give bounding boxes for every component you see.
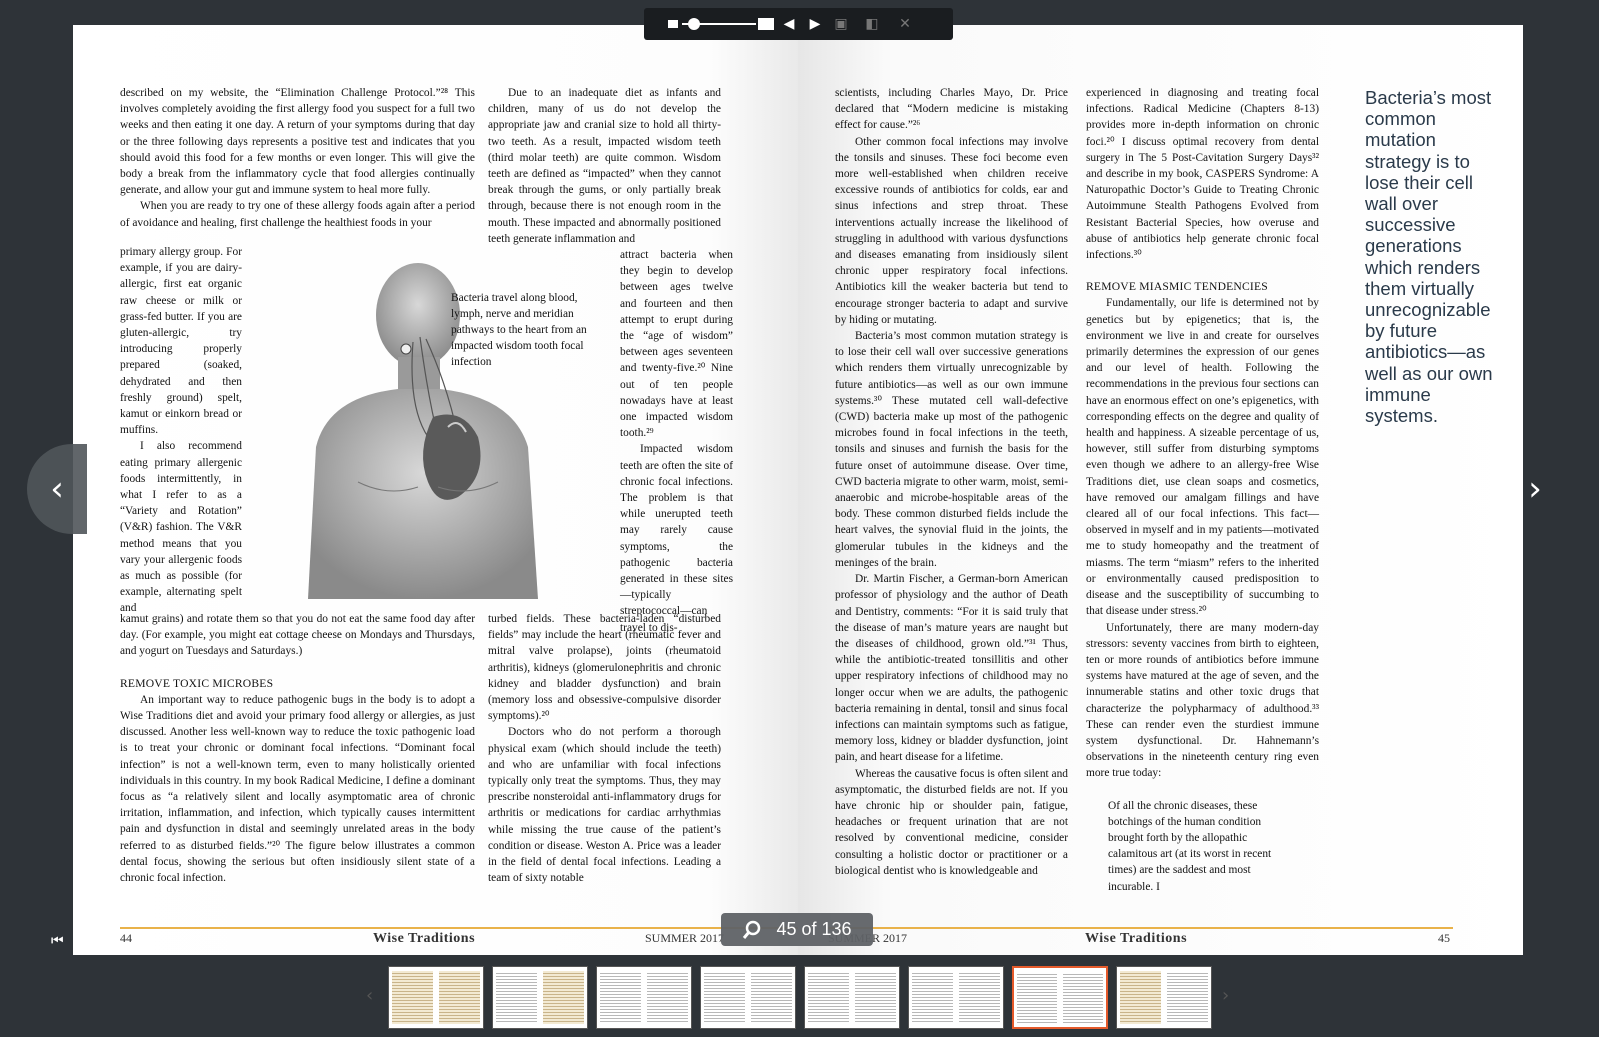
paragraph: Doctors who do not perform a thorough ph… [488,726,721,885]
left-col1-bottom: kamut grains) and rotate them so that yo… [120,611,475,886]
paragraph: Impacted wisdom teeth are often the site… [620,443,733,634]
block-quote: Of all the chronic diseases, these botch… [1108,799,1272,893]
paragraph: Dr. Martin Fischer, a German-born Americ… [835,573,1068,764]
paragraph: attract bacteria when they begin to deve… [620,249,733,440]
thumbnail[interactable] [700,966,796,1029]
thumbnail-active[interactable] [1012,966,1108,1029]
paragraph: When you are ready to try one of these a… [120,200,475,229]
section-heading: REMOVE MIASMIC TENDENCIES [1086,280,1268,294]
thumbnail[interactable] [908,966,1004,1029]
left-page: described on my website, the “Eliminatio… [73,25,798,955]
right-col2: experienced in diagnosing and treating f… [1086,85,1319,895]
thumbs-prev-icon[interactable]: ‹ [366,985,373,1006]
double-page-view-icon[interactable]: ◧ [861,14,883,34]
thumbnail[interactable] [388,966,484,1029]
paragraph: I also recommend eating primary allergen… [120,440,242,615]
page-number-left: 44 [120,931,132,945]
section-heading: REMOVE TOXIC MICROBES [120,676,274,690]
page-number-right: 45 [1438,931,1450,945]
page-indicator: 45 of 136 [776,919,852,939]
page-search-pill[interactable]: 45 of 136 [721,913,873,946]
paragraph: Whereas the causative focus is often sil… [835,767,1068,877]
single-page-view-icon[interactable]: ▣ [830,14,852,34]
paragraph: scientists, including Charles Mayo, Dr. … [835,87,1068,132]
thumbnail[interactable] [1116,966,1212,1029]
paragraph: Other common focal infections may involv… [835,135,1068,326]
thumbnail[interactable] [804,966,900,1029]
paragraph: Bacteria’s most common mutation strategy… [835,330,1068,569]
footer-rule [828,927,1453,929]
paragraph: kamut grains) and rotate them so that yo… [120,613,475,658]
magazine-brand-left: Wise Traditions [373,931,476,946]
viewer-toolbar: ◀ ▶ ▣ ◧ ✕ [644,8,953,40]
paragraph: described on my website, the “Eliminatio… [120,87,475,197]
right-col1: scientists, including Charles Mayo, Dr. … [835,85,1068,879]
close-icon[interactable]: ✕ [894,14,916,34]
paragraph: experienced in diagnosing and treating f… [1086,87,1319,262]
left-col1-top: described on my website, the “Eliminatio… [120,85,475,231]
left-col2-bottom: turbed fields. These bacteria-laden “dis… [488,611,721,886]
left-col2-top: Due to an inadequate diet as infants and… [488,85,721,247]
magazine-brand-right: Wise Traditions [1085,931,1188,946]
first-page-icon[interactable]: ⏮ [51,933,64,949]
search-icon[interactable] [742,920,762,940]
next-page-icon[interactable]: ▶ [804,14,826,34]
thumbnail[interactable] [596,966,692,1029]
paragraph: An important way to reduce pathogenic bu… [120,693,475,885]
paragraph: turbed fields. These bacteria-laden “dis… [488,613,721,723]
previous-page-icon[interactable]: ◀ [778,14,800,34]
left-col2-wrap: attract bacteria when they begin to deve… [620,247,733,636]
thumbs-next-icon[interactable]: › [1222,985,1229,1006]
thumbnail-strip [388,966,1212,1029]
zoom-slider[interactable] [668,17,774,31]
paragraph: Fundamentally, our life is determined no… [1086,297,1319,618]
figure-caption: Bacteria travel along blood, lymph, nerv… [451,292,587,368]
left-col1-wrap: primary allergy group. For example, if y… [120,244,242,617]
paragraph: Due to an inadequate diet as infants and… [488,87,721,245]
issue-date-left: SUMMER 2017 [645,931,725,945]
footer-rule [120,927,798,929]
previous-spread-arrow[interactable]: ‹ [27,444,87,534]
zoom-in-icon[interactable] [758,18,774,30]
paragraph: Unfortunately, there are many modern-day… [1086,621,1319,780]
pull-quote: Bacteria’s most common mutation strategy… [1365,87,1493,427]
paragraph: primary allergy group. For example, if y… [120,246,242,437]
magazine-spread: described on my website, the “Eliminatio… [73,25,1523,955]
zoom-out-icon[interactable] [668,20,678,28]
thumbnail[interactable] [492,966,588,1029]
zoom-knob[interactable] [688,18,700,30]
next-spread-arrow[interactable]: › [1510,444,1560,534]
